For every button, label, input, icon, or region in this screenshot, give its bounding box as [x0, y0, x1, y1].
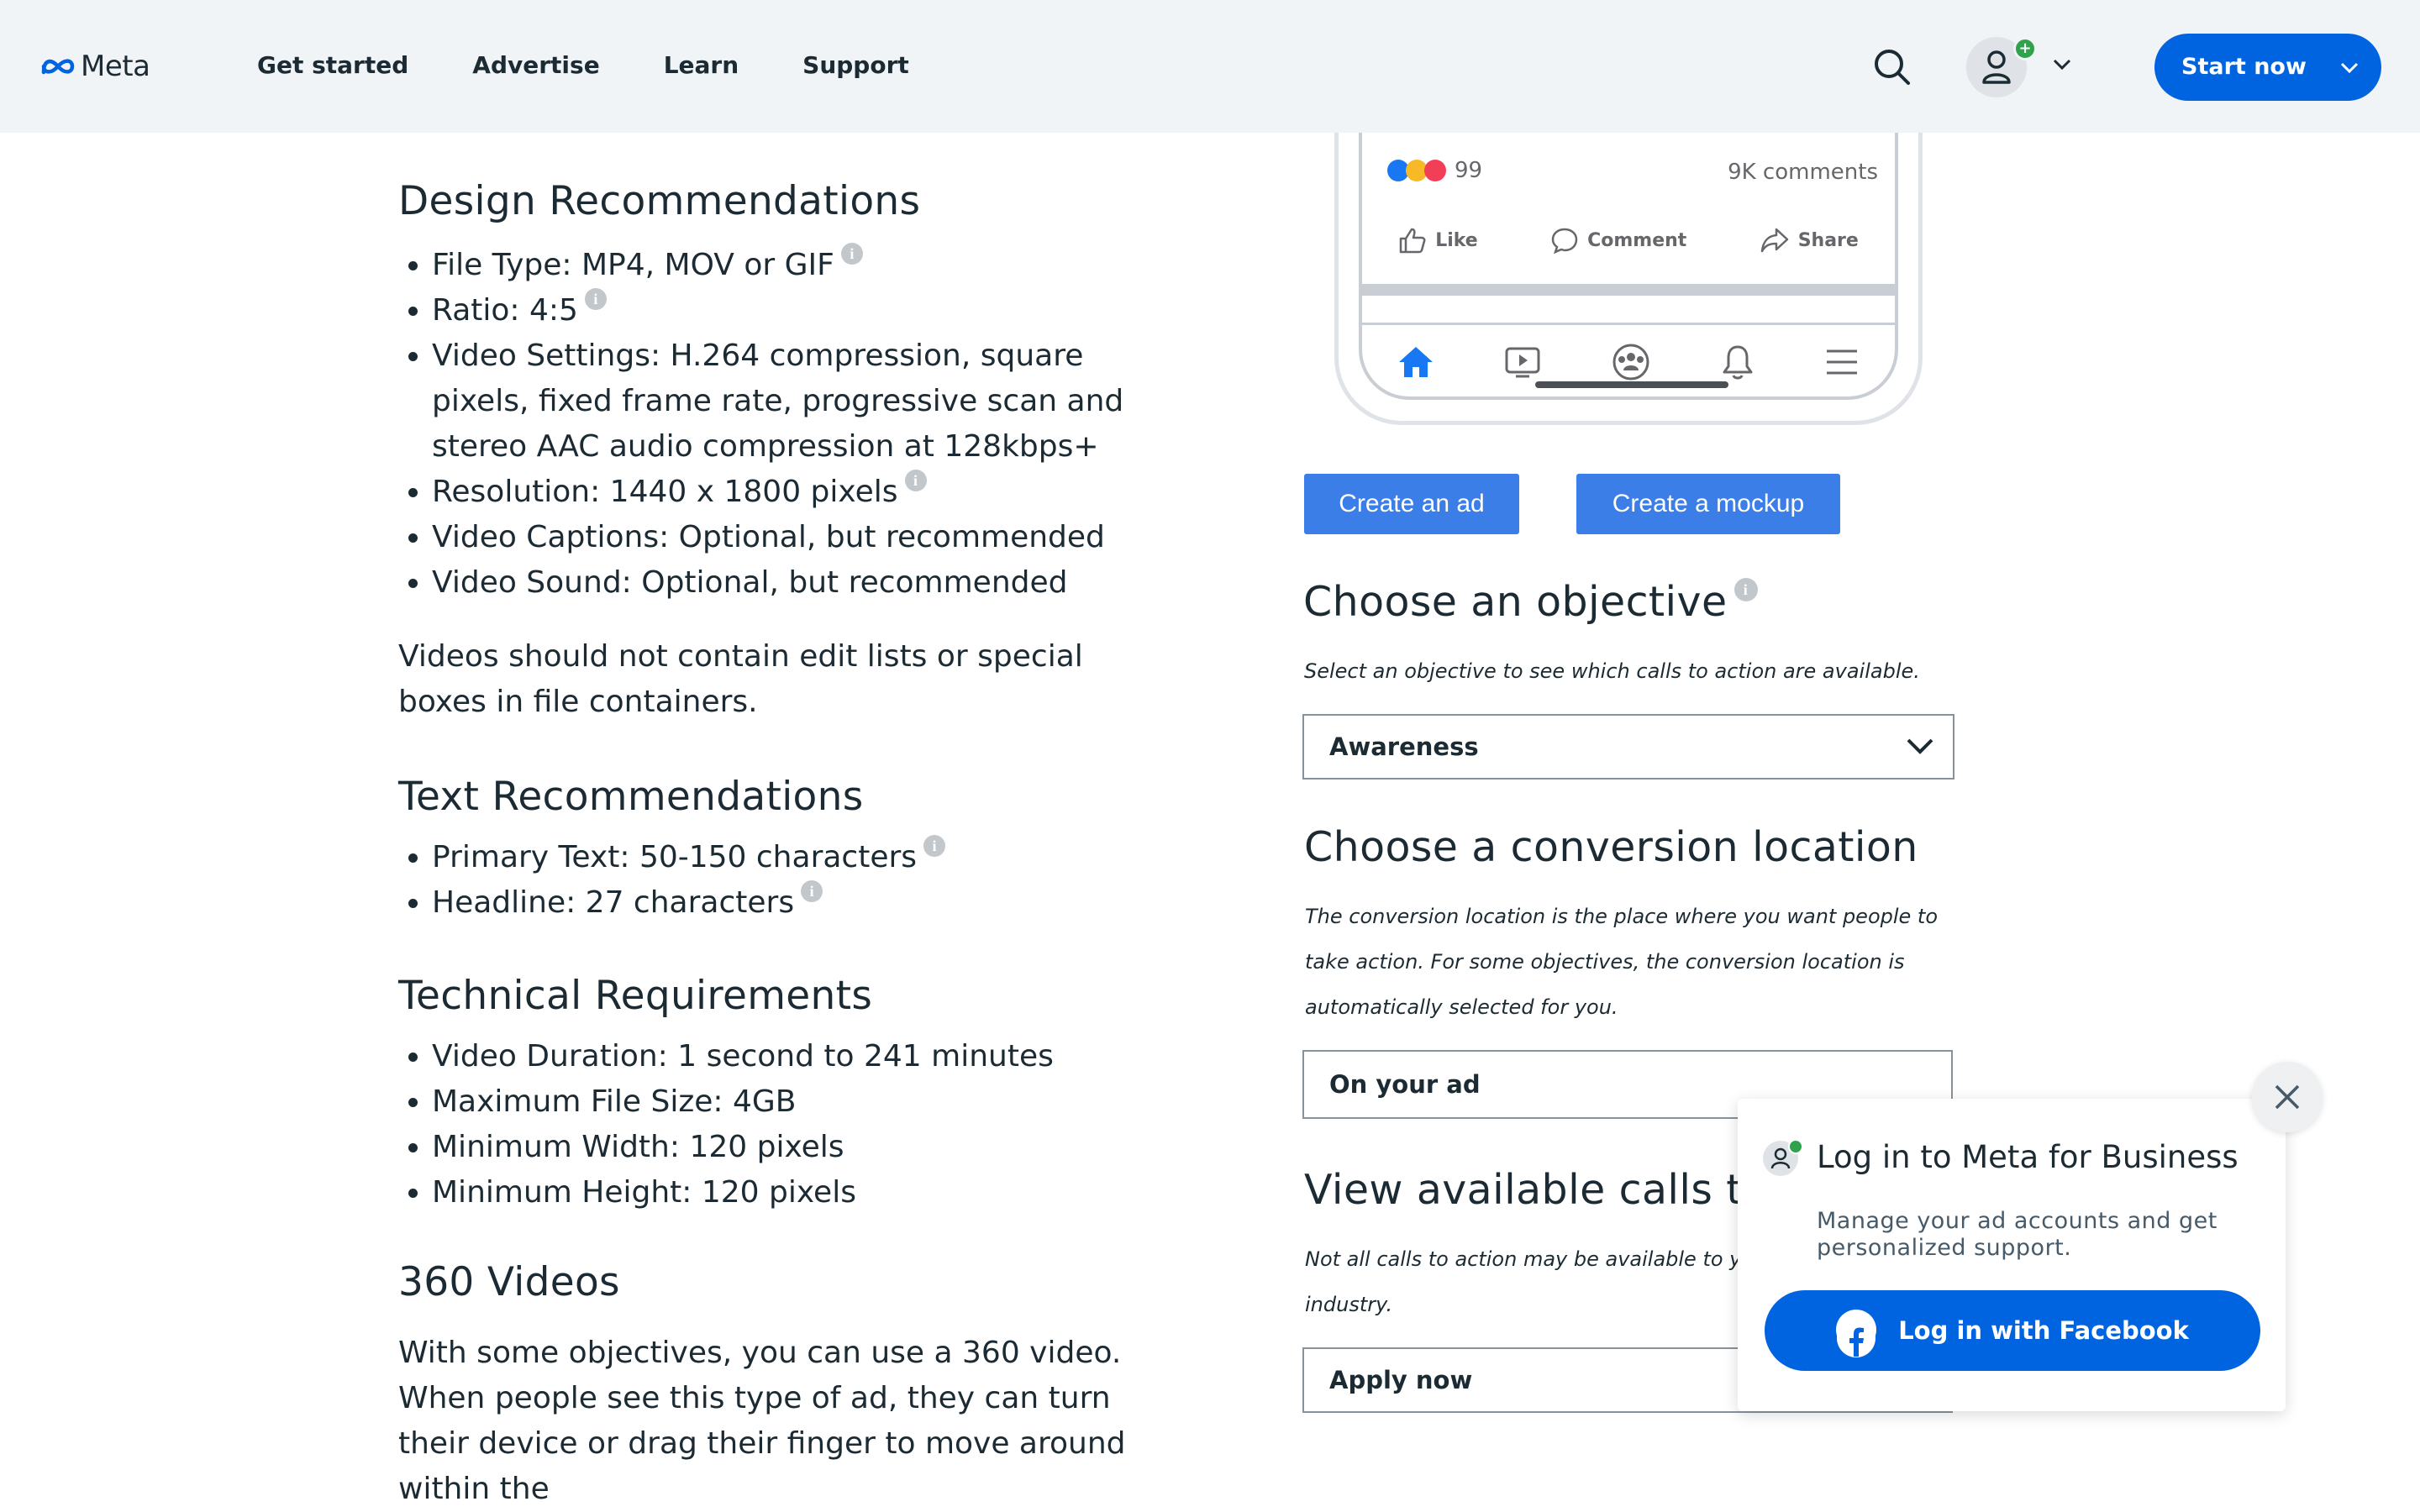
list-item: Minimum Height: 120 pixels: [432, 1170, 1188, 1215]
file-container-note: Videos should not contain edit lists or …: [398, 639, 1083, 719]
add-account-badge-icon: +: [2013, 37, 2037, 60]
chevron-down-icon: [2340, 62, 2359, 74]
list-item: Minimum Width: 120 pixels: [432, 1125, 1188, 1170]
phone-home-indicator: [1535, 381, 1728, 388]
design-recommendations-list: File Type: MP4, MOV or GIFi Ratio: 4:5i …: [398, 243, 1188, 606]
reaction-count: 99: [1455, 158, 1483, 183]
objective-selected-value: Awareness: [1329, 732, 1479, 761]
technical-requirements-list: Video Duration: 1 second to 241 minutes …: [398, 1034, 1188, 1215]
create-ad-button[interactable]: Create an ad: [1304, 474, 1519, 534]
list-item: Primary Text: 50-150 charactersi: [432, 835, 1188, 880]
info-icon[interactable]: i: [1733, 578, 1758, 601]
choose-objective-heading: Choose an objective i: [1303, 578, 1758, 626]
feed-separator: [1362, 284, 1895, 296]
conversion-subtitle-line-2: take action. For some objectives, the co…: [1305, 950, 1905, 974]
design-recommendations-heading: Design Recommendations: [398, 178, 921, 224]
list-item: Video Captions: Optional, but recommende…: [432, 515, 1188, 560]
nav-support[interactable]: Support: [802, 49, 909, 82]
list-item: Resolution: 1440 x 1800 pixelsi: [432, 470, 1188, 515]
share-action: Share: [1760, 227, 1859, 254]
list-item: Video Sound: Optional, but recommended: [432, 560, 1188, 606]
objective-subtitle: Select an objective to see which calls t…: [1304, 659, 1920, 683]
log-in-with-facebook-button[interactable]: Log in with Facebook: [1765, 1290, 2260, 1371]
create-mockup-button[interactable]: Create a mockup: [1576, 474, 1840, 534]
home-icon: [1398, 347, 1433, 377]
reaction-summary: 99: [1387, 158, 1482, 183]
text-recommendations-heading: Text Recommendations: [398, 774, 864, 820]
info-icon[interactable]: i: [840, 243, 863, 265]
top-navigation-bar: Meta Get started Advertise Learn Support…: [0, 0, 2420, 133]
video-specs-column: Design Recommendations File Type: MP4, M…: [398, 178, 1188, 1512]
groups-icon: [1612, 344, 1649, 381]
chevron-down-icon[interactable]: [2050, 52, 2074, 76]
list-item: Video Duration: 1 second to 241 minutes: [432, 1034, 1188, 1079]
main-nav: Get started Advertise Learn Support: [257, 49, 973, 82]
360-videos-description: With some objectives, you can use a 360 …: [398, 1336, 1126, 1506]
info-icon[interactable]: i: [923, 835, 946, 857]
technical-requirements-heading: Technical Requirements: [398, 973, 873, 1019]
comment-count: 9K comments: [1728, 160, 1878, 185]
meta-logo[interactable]: Meta: [40, 45, 150, 87]
nav-learn[interactable]: Learn: [664, 49, 739, 82]
post-actions: Like Comment Share: [1362, 227, 1895, 254]
popup-description: Manage your ad accounts and get personal…: [1817, 1208, 2217, 1261]
conversion-location-heading: Choose a conversion location: [1304, 823, 1918, 871]
popup-title: Log in to Meta for Business: [1817, 1139, 2238, 1175]
thumbs-up-icon: [1399, 228, 1426, 254]
360-videos-heading: 360 Videos: [398, 1259, 620, 1305]
notifications-bell-icon: [1723, 345, 1753, 380]
meta-infinity-icon: [41, 59, 75, 75]
text-recommendations-list: Primary Text: 50-150 charactersi Headlin…: [398, 835, 1188, 926]
like-action: Like: [1398, 227, 1478, 254]
love-reaction-icon: [1424, 160, 1446, 181]
calls-to-action-heading: View available calls to: [1304, 1166, 1769, 1214]
comment-action: Comment: [1550, 227, 1686, 254]
start-now-label: Start now: [2181, 54, 2307, 80]
conversion-subtitle-line-3: automatically selected for you.: [1305, 995, 1618, 1019]
objective-select[interactable]: Awareness: [1302, 714, 1954, 780]
menu-icon: [1827, 349, 1858, 375]
chevron-down-icon: [1907, 738, 1933, 754]
close-icon: [2275, 1084, 2300, 1110]
info-icon[interactable]: i: [801, 880, 823, 902]
info-icon[interactable]: i: [584, 288, 607, 310]
login-popup: Log in to Meta for Business Manage your …: [1738, 1099, 2286, 1411]
facebook-button-label: Log in with Facebook: [1898, 1316, 2189, 1345]
cta-subtitle-line-1: Not all calls to action may be available…: [1305, 1247, 1754, 1271]
online-badge-icon: [1788, 1139, 1803, 1154]
search-icon[interactable]: [1872, 47, 1912, 87]
comment-icon: [1551, 228, 1578, 254]
video-icon: [1505, 347, 1540, 378]
nav-get-started[interactable]: Get started: [257, 49, 408, 82]
list-item: Headline: 27 charactersi: [432, 880, 1188, 926]
facebook-icon: [1836, 1310, 1877, 1357]
list-item: Video Settings: H.264 compression, squar…: [432, 333, 1188, 470]
share-icon: [1760, 228, 1788, 253]
person-icon: [1982, 50, 2011, 84]
nav-advertise[interactable]: Advertise: [472, 49, 599, 82]
conversion-subtitle-line-1: The conversion location is the place whe…: [1305, 905, 1939, 928]
list-item: File Type: MP4, MOV or GIFi: [432, 243, 1188, 288]
list-item: Maximum File Size: 4GB: [432, 1079, 1188, 1125]
close-popup-button[interactable]: [2252, 1062, 2323, 1132]
cta-selected-value: Apply now: [1329, 1366, 1473, 1394]
logo-text: Meta: [81, 50, 150, 83]
start-now-button[interactable]: Start now: [2154, 34, 2381, 101]
conversion-selected-value: On your ad: [1329, 1070, 1481, 1099]
cta-subtitle-line-2: industry.: [1305, 1293, 1393, 1316]
list-item: Ratio: 4:5i: [432, 288, 1188, 333]
info-icon[interactable]: i: [904, 470, 927, 491]
